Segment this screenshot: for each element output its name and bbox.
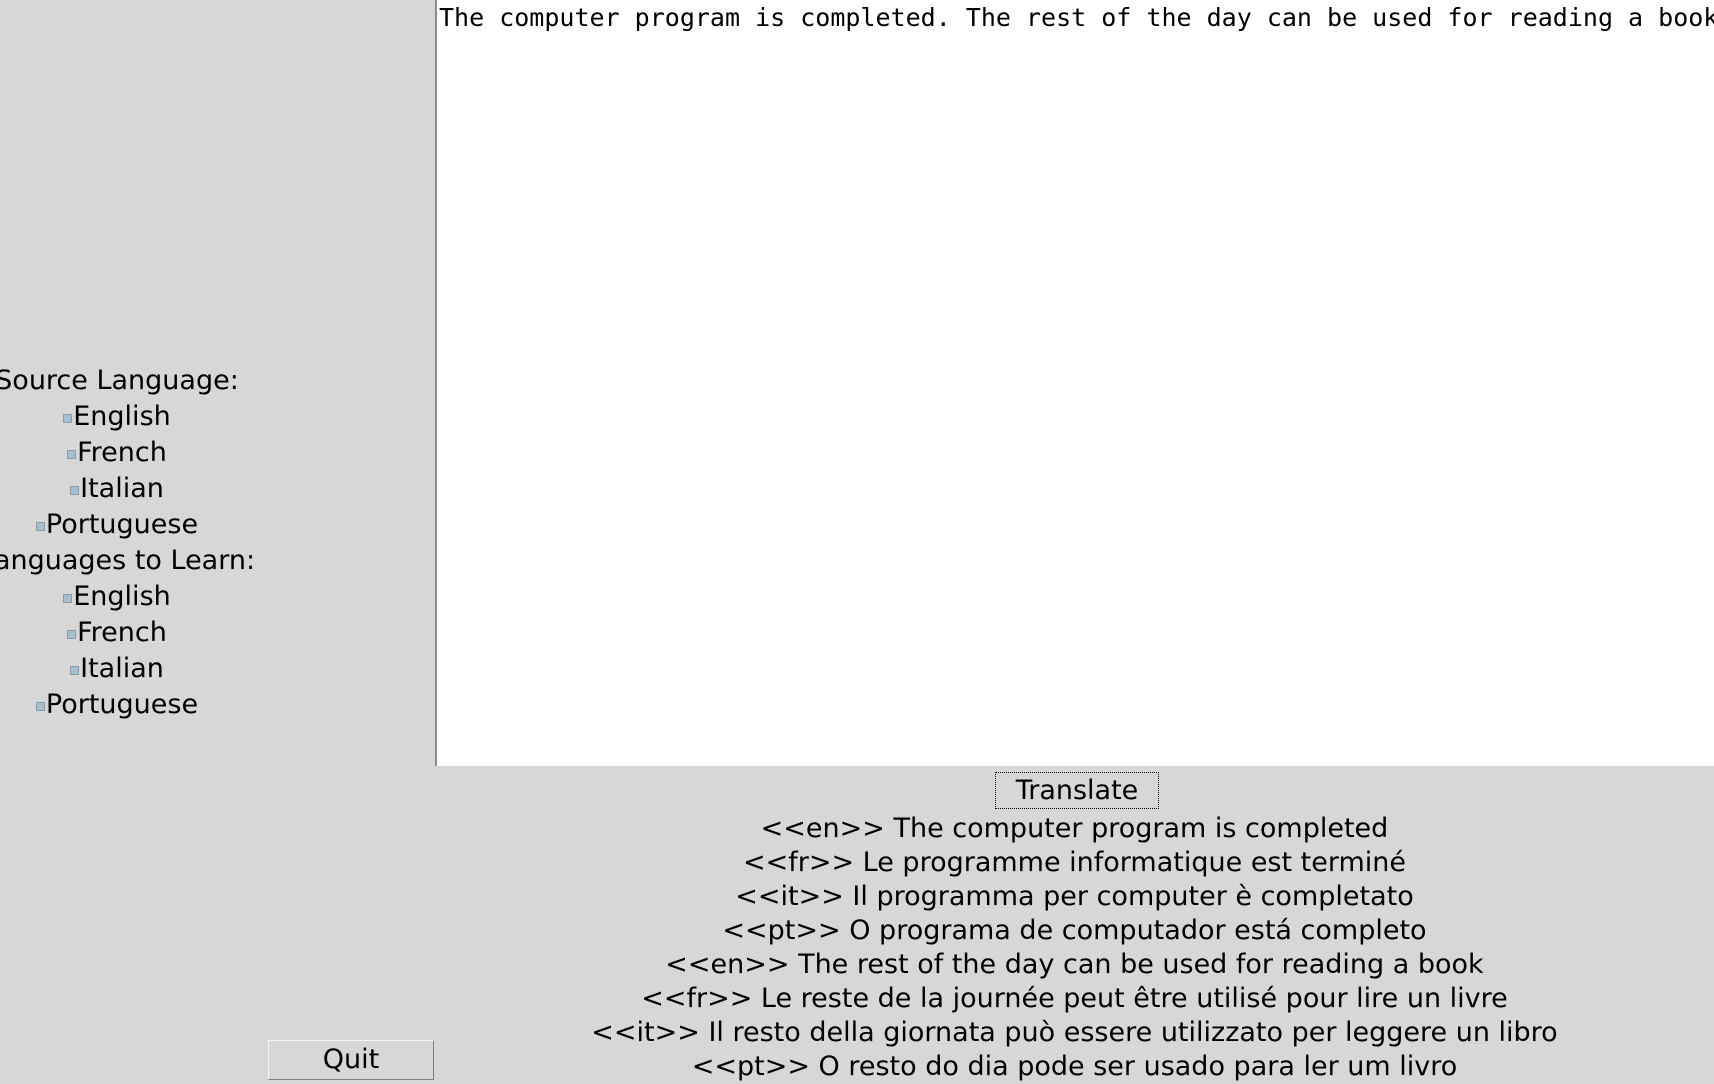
translation-line: <<pt>> O resto do dia pode ser usado par… xyxy=(691,1051,1458,1082)
translation-line: <<en>> The rest of the day can be used f… xyxy=(665,949,1484,980)
radio-label: Italian xyxy=(80,473,164,504)
translation-line: <<en>> The computer program is completed xyxy=(760,813,1389,844)
radio-indicator-icon xyxy=(63,594,73,603)
target-languages-group-label: Languages to Learn: xyxy=(0,545,256,576)
radio-label: Portuguese xyxy=(45,509,199,540)
translation-line: <<it>> Il programma per computer è compl… xyxy=(735,881,1414,912)
radio-target-italian[interactable]: Italian xyxy=(0,651,334,687)
radio-indicator-icon xyxy=(35,522,45,531)
translation-line: <<fr>> Le programme informatique est ter… xyxy=(742,847,1407,878)
radio-label: French xyxy=(77,437,167,468)
translation-line: <<fr>> Le reste de la journée peut être … xyxy=(641,983,1508,1014)
translation-line: <<it>> Il resto della giornata può esser… xyxy=(591,1017,1558,1048)
source-language-group-label: Source Language: xyxy=(0,365,239,396)
radio-source-italian[interactable]: Italian xyxy=(0,471,334,507)
language-option-groups: Source Language: English French Italian … xyxy=(0,363,434,723)
translate-button[interactable]: Translate xyxy=(995,772,1159,809)
radio-indicator-icon xyxy=(63,414,73,423)
radio-indicator-icon xyxy=(67,450,77,459)
radio-label: Portuguese xyxy=(45,689,199,720)
radio-target-french[interactable]: French xyxy=(0,615,334,651)
radio-indicator-icon xyxy=(70,666,80,675)
radio-indicator-icon xyxy=(35,702,45,711)
quit-button[interactable]: Quit xyxy=(268,1040,434,1080)
radio-label: English xyxy=(73,581,171,612)
translation-output-list: <<en>> The computer program is completed… xyxy=(435,812,1714,1084)
radio-indicator-icon xyxy=(67,630,77,639)
radio-target-portuguese[interactable]: Portuguese xyxy=(0,687,334,723)
translation-output-panel: Translate <<en>> The computer program is… xyxy=(435,766,1714,1082)
source-text-input[interactable]: The computer program is completed. The r… xyxy=(437,0,1714,33)
source-text-area[interactable]: The computer program is completed. The r… xyxy=(435,0,1714,766)
radio-label: French xyxy=(77,617,167,648)
radio-target-english[interactable]: English xyxy=(0,579,334,615)
radio-source-portuguese[interactable]: Portuguese xyxy=(0,507,334,543)
left-control-panel: Source Language: English French Italian … xyxy=(0,0,434,1080)
radio-label: Italian xyxy=(80,653,164,684)
radio-indicator-icon xyxy=(70,486,80,495)
radio-source-french[interactable]: French xyxy=(0,435,334,471)
radio-source-english[interactable]: English xyxy=(0,399,334,435)
radio-label: English xyxy=(73,401,171,432)
translation-line: <<pt>> O programa de computador está com… xyxy=(722,915,1427,946)
